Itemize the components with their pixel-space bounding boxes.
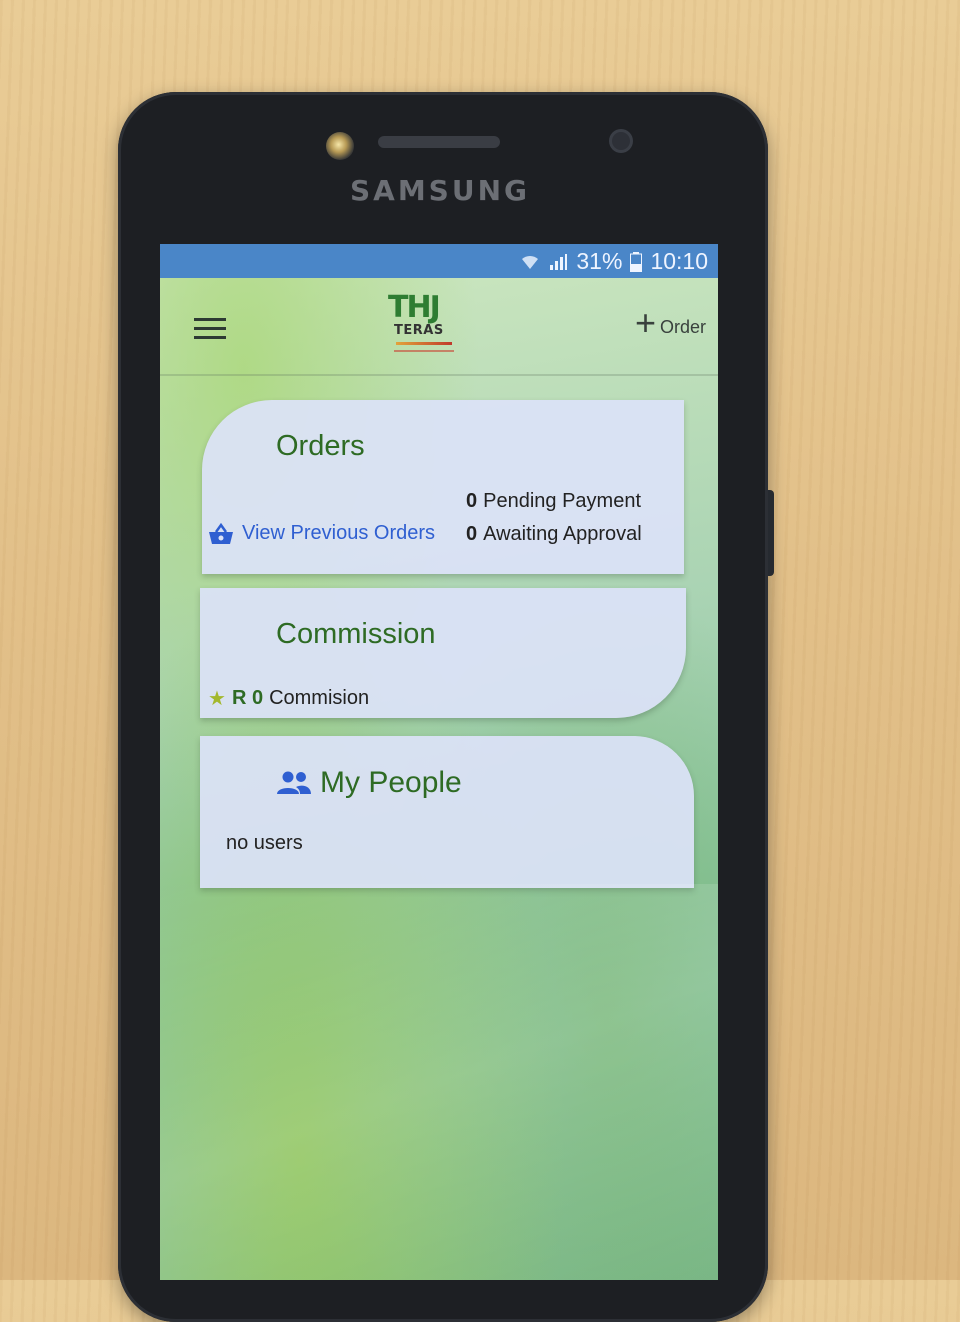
awaiting-count: 0 [466,523,478,545]
logo-underline [396,342,452,345]
basket-icon [209,522,233,544]
awaiting-label: Awaiting Approval [483,523,642,545]
front-camera [326,132,354,160]
plus-icon: + [634,302,656,343]
battery-icon [630,251,643,272]
no-users-text: no users [226,832,303,854]
my-people-title: My People [320,766,462,799]
pending-payment-stat: 0 Pending Payment [466,490,641,513]
status-right: 31% 10:10 [520,248,708,275]
orders-card[interactable]: Orders 0 Pending Payment View Previous Or… [202,400,684,574]
phone-brand-label: SAMSUNG [349,174,531,207]
status-bar: 31% 10:10 [160,244,718,278]
logo-tagline-mark [394,350,454,352]
my-people-header: My People [276,766,462,800]
screen-glare [160,884,718,1280]
view-previous-orders-label: View Previous Orders [242,522,436,544]
commission-title: Commission [276,618,436,650]
logo-main-text: THJ [388,290,441,325]
order-button-label: Order [659,317,706,337]
battery-percent: 31% [576,248,623,274]
proximity-sensor [612,132,630,150]
awaiting-approval-stat: 0 Awaiting Approval [466,523,642,546]
clock: 10:10 [650,248,708,274]
people-icon [277,771,311,794]
app-bar: THJ TERAS + Order [160,278,718,376]
commission-summary: ★ R 0 Commision [208,686,369,711]
commission-card[interactable]: Commission ★ R 0 Commision [200,588,686,718]
commission-label: Commision [269,687,370,709]
app-logo: THJ TERAS [388,290,458,360]
pending-label: Pending Payment [483,490,642,512]
app-screen: 31% 10:10 THJ TERAS + Order Orders 0 Pend… [160,244,718,1280]
commission-amount: R 0 [231,687,264,709]
menu-icon[interactable] [194,318,226,340]
pending-count: 0 [466,490,478,512]
phone-side-button [768,490,774,576]
star-icon: ★ [208,688,226,710]
wifi-icon [522,255,539,269]
my-people-card[interactable]: My People no users [200,736,694,888]
earpiece-speaker [378,136,500,148]
logo-sub-text: TERAS [394,323,444,338]
view-previous-orders-link[interactable]: View Previous Orders [208,522,435,545]
orders-title: Orders [276,430,365,462]
new-order-button[interactable]: + Order [634,302,706,343]
signal-icon [550,253,568,270]
